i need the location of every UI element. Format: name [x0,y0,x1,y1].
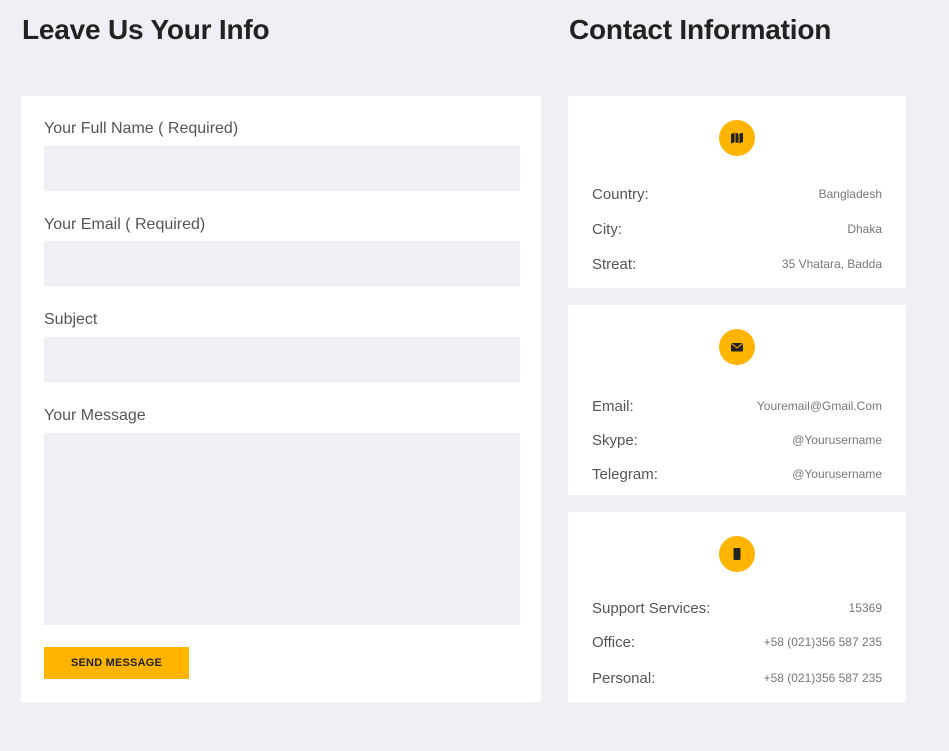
info-label: Skype: [592,431,638,449]
email-label: Your Email ( Required) [44,216,206,233]
info-row-telegram: Telegram: @Yourusername [592,464,882,484]
info-label: Support Services: [592,599,711,617]
info-value: Dhaka [847,222,882,236]
info-value: Youremail@Gmail.Com [756,399,882,413]
online-contact-card: Email: Youremail@Gmail.Com Skype: @Youru… [568,305,906,495]
full-name-input[interactable] [44,146,520,191]
phone-icon [719,536,755,572]
message-label: Your Message [44,407,146,424]
subject-label: Subject [44,311,98,328]
message-textarea[interactable] [44,433,520,625]
info-row-email: Email: Youremail@Gmail.Com [592,396,882,416]
form-heading: Leave Us Your Info [22,14,270,45]
contact-heading: Contact Information [569,14,832,45]
subject-input[interactable] [44,337,520,382]
info-label: City: [592,220,622,238]
info-value: 15369 [848,601,882,615]
info-value: Bangladesh [818,187,882,201]
full-name-label: Your Full Name ( Required) [44,120,239,137]
info-value: +58 (021)356 587 235 [763,671,882,685]
info-row-street: Streat: 35 Vhatara, Badda [592,254,882,274]
info-row-support: Support Services: 15369 [592,598,882,618]
info-row-personal: Personal: +58 (021)356 587 235 [592,668,882,688]
info-row-office: Office: +58 (021)356 587 235 [592,632,882,652]
info-label: Country: [592,185,649,203]
info-label: Email: [592,397,634,415]
info-value: +58 (021)356 587 235 [763,635,882,649]
info-value: @Yourusername [792,433,882,447]
info-row-country: Country: Bangladesh [592,184,882,204]
contact-form: Your Full Name ( Required) Your Email ( … [21,96,541,702]
info-label: Office: [592,633,636,651]
address-card: Country: Bangladesh City: Dhaka Streat: … [568,96,906,288]
map-icon [719,120,755,156]
info-label: Personal: [592,669,656,687]
info-row-skype: Skype: @Yourusername [592,430,882,450]
info-value: 35 Vhatara, Badda [781,257,882,271]
info-label: Telegram: [592,465,658,483]
info-value: @Yourusername [792,467,882,481]
envelope-icon [719,329,755,365]
phone-card: Support Services: 15369 Office: +58 (021… [568,512,906,702]
info-row-city: City: Dhaka [592,219,882,239]
email-input[interactable] [44,241,520,286]
info-label: Streat: [592,255,637,273]
send-message-button[interactable]: SEND MESSAGE [44,647,189,679]
